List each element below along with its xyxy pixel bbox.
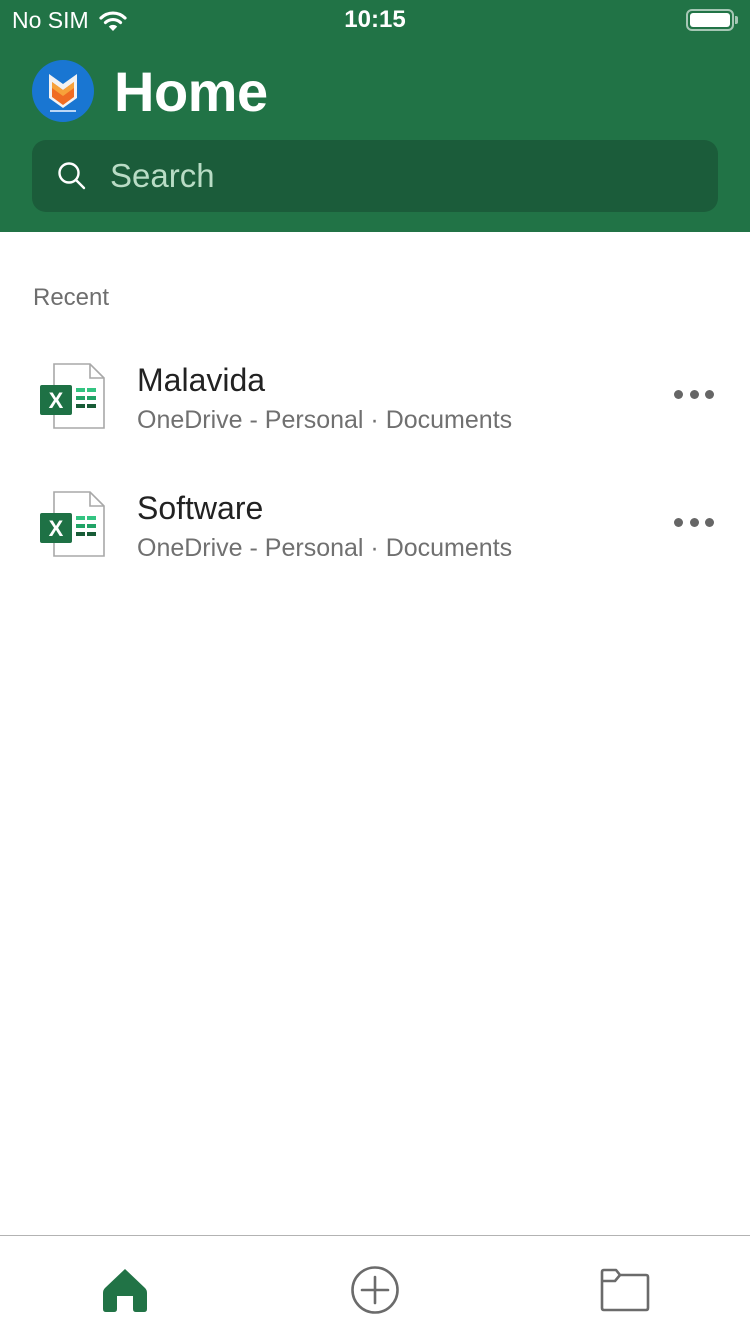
tab-open[interactable] <box>597 1264 653 1316</box>
recent-file-item[interactable]: X Malavida OneDrive - Personal · Documen… <box>0 362 750 482</box>
file-name: Software <box>137 490 264 526</box>
status-bar: No SIM 10:15 <box>0 0 750 40</box>
tab-new[interactable] <box>347 1264 403 1316</box>
home-icon <box>103 1269 147 1312</box>
more-dot <box>705 389 714 399</box>
svg-text:X: X <box>49 516 64 541</box>
tab-bar <box>0 1235 750 1334</box>
account-avatar[interactable] <box>32 60 94 122</box>
search-input[interactable] <box>110 157 670 195</box>
file-location: OneDrive - Personal · Documents <box>137 534 513 562</box>
clock: 10:15 <box>344 6 406 33</box>
more-options-button[interactable] <box>674 512 714 532</box>
page-title: Home <box>114 59 268 123</box>
malavida-logo-icon <box>49 74 77 112</box>
more-dot <box>705 517 714 527</box>
add-circle-icon <box>351 1266 399 1314</box>
recent-file-item[interactable]: X Software OneDrive - Personal · Documen… <box>0 490 750 610</box>
file-location: OneDrive - Personal · Documents <box>137 406 513 434</box>
search-bar[interactable] <box>32 140 718 212</box>
more-dot <box>674 389 683 399</box>
more-options-button[interactable] <box>674 384 714 404</box>
excel-file-icon: X <box>40 363 105 429</box>
excel-file-icon: X <box>40 491 105 557</box>
file-name: Malavida <box>137 362 266 398</box>
tab-home[interactable] <box>97 1264 153 1316</box>
app-header: No SIM 10:15 Home <box>0 0 750 232</box>
svg-text:X: X <box>49 388 64 413</box>
more-dot <box>689 389 699 399</box>
search-icon <box>58 162 86 190</box>
folder-icon <box>600 1268 650 1312</box>
title-row: Home <box>32 58 268 124</box>
recent-section-label: Recent <box>33 284 110 311</box>
more-dot <box>689 517 699 527</box>
battery-full-icon <box>686 9 738 31</box>
more-dot <box>674 517 683 527</box>
